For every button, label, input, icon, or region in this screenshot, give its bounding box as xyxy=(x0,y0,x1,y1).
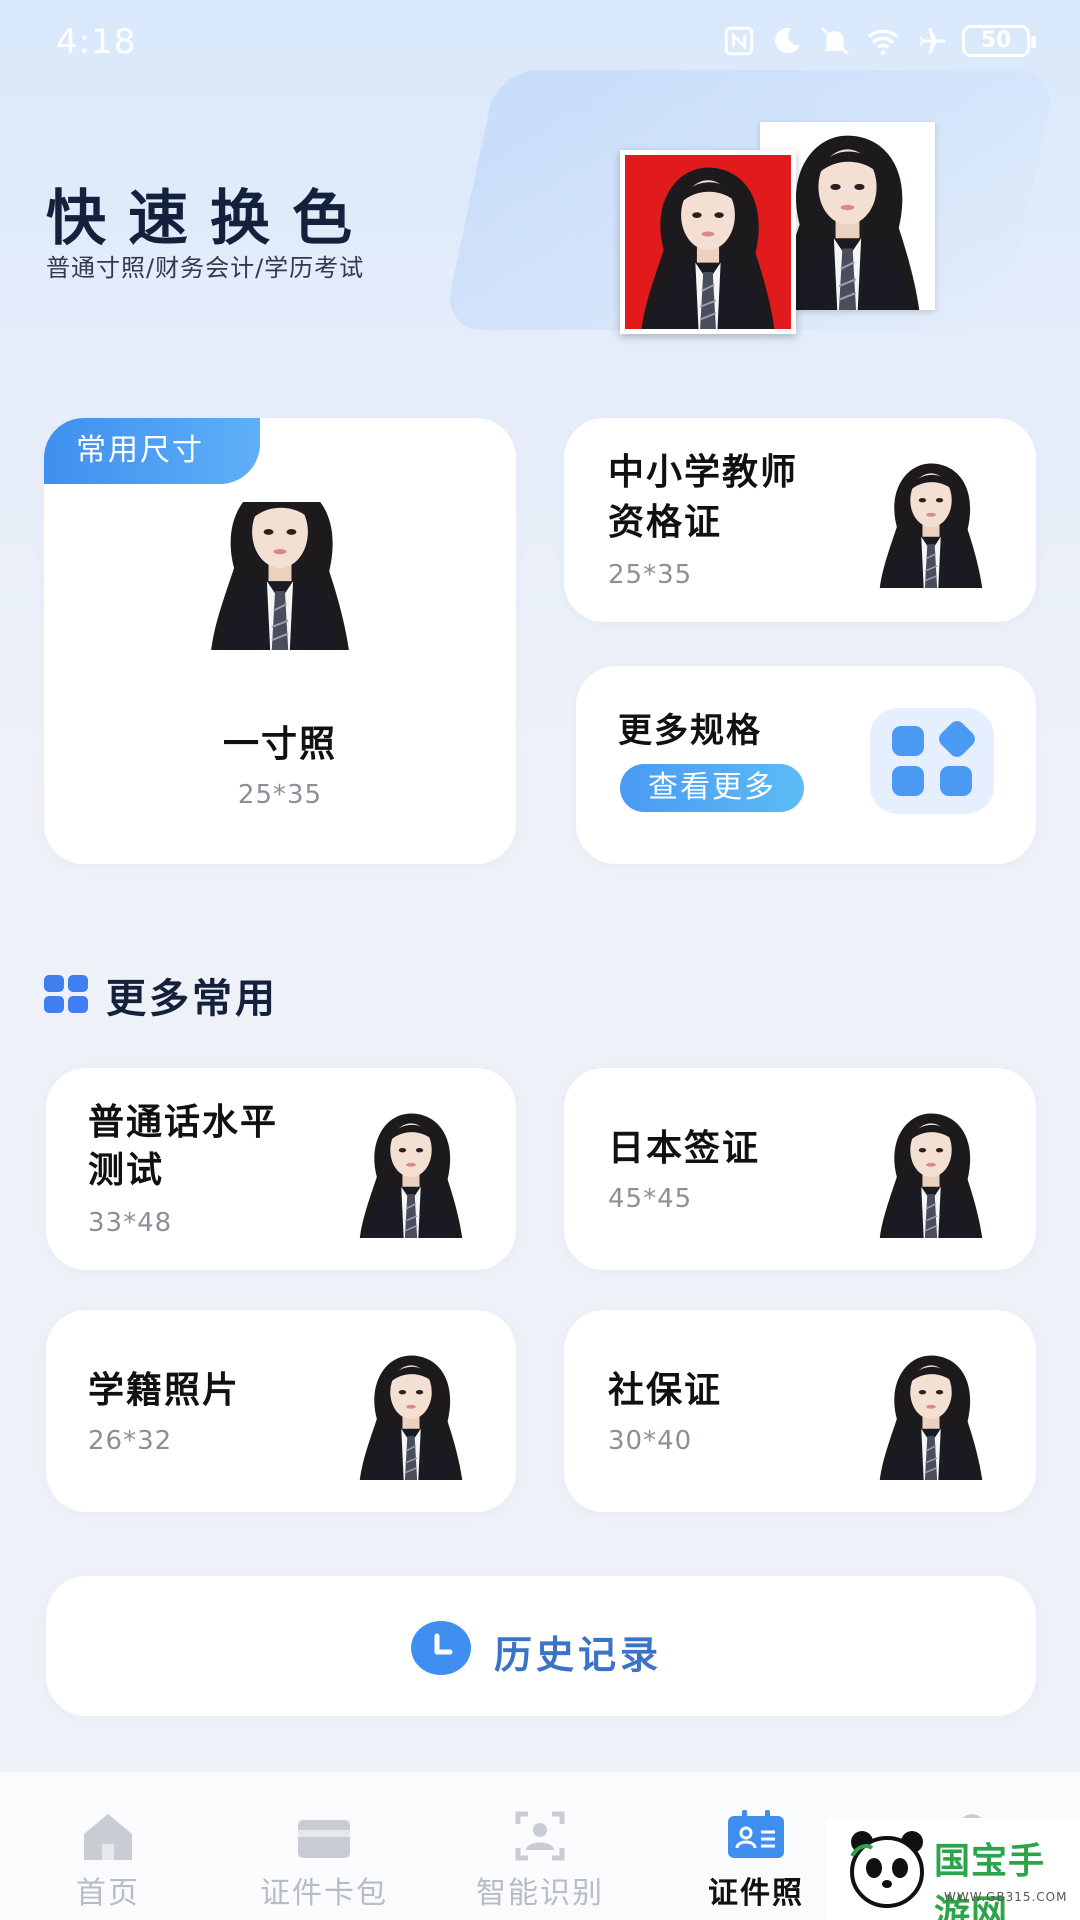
japan-visa-card[interactable]: 日本签证 45*45 xyxy=(564,1068,1036,1270)
nav-smart-recognition[interactable]: 智能识别 xyxy=(432,1772,648,1920)
card-title: 日本签证 xyxy=(608,1128,761,1169)
portrait-image xyxy=(870,1104,992,1238)
bell-off-icon xyxy=(821,27,849,55)
common-size-tag: 常用尺寸 xyxy=(44,418,260,484)
grid-icon xyxy=(44,975,88,1013)
nav-label: 证件卡包 xyxy=(260,1876,388,1911)
status-bar: 4:18 50 xyxy=(0,0,1080,90)
site-watermark: 国宝手游网 WWW.GB315.COM xyxy=(826,1818,1080,1920)
grid-icon xyxy=(870,708,994,814)
more-specs-card[interactable]: 更多规格 查看更多 xyxy=(576,666,1036,864)
card-size: 25*35 xyxy=(237,780,323,810)
sample-photo-red xyxy=(620,150,796,334)
id-card-icon xyxy=(728,1810,784,1858)
card-title: 普通话水平 xyxy=(88,1102,279,1143)
clock-icon xyxy=(411,1621,471,1675)
panda-logo-icon xyxy=(850,1831,924,1908)
nav-home[interactable]: 首页 xyxy=(0,1772,216,1920)
view-more-button[interactable]: 查看更多 xyxy=(620,764,804,812)
scan-icon xyxy=(515,1811,565,1861)
hero-subtitle: 普通寸照/财务会计/学历考试 xyxy=(46,254,365,282)
history-label: 历史记录 xyxy=(494,1633,663,1677)
portrait-image xyxy=(350,1346,472,1480)
card-size: 33*48 xyxy=(88,1208,173,1238)
airplane-icon xyxy=(919,28,946,54)
nav-label: 首页 xyxy=(76,1876,140,1911)
portrait-image xyxy=(870,454,992,588)
status-icons: 50 xyxy=(722,24,1036,58)
nav-card-wallet[interactable]: 证件卡包 xyxy=(216,1772,432,1920)
putonghua-test-card[interactable]: 普通话水平 测试 33*48 xyxy=(46,1068,516,1270)
wallet-icon xyxy=(298,1820,350,1858)
card-size: 45*45 xyxy=(608,1184,693,1214)
nfc-icon xyxy=(724,26,754,56)
student-photo-card[interactable]: 学籍照片 26*32 xyxy=(46,1310,516,1512)
watermark-url: WWW.GB315.COM xyxy=(944,1890,1068,1904)
card-size: 26*32 xyxy=(88,1426,173,1456)
nav-label: 智能识别 xyxy=(476,1876,604,1911)
hero-title: 快速换色 xyxy=(46,184,374,254)
battery-indicator: 50 xyxy=(962,25,1036,57)
card-title-line2: 测试 xyxy=(88,1150,165,1191)
portrait-image xyxy=(198,502,362,650)
card-title: 更多规格 xyxy=(618,711,762,751)
moon-icon xyxy=(775,27,800,54)
portrait-image xyxy=(870,1346,992,1480)
card-title: 一寸照 xyxy=(222,724,337,765)
watermark-text: 国宝手游网 xyxy=(934,1841,1046,1920)
status-time: 4:18 xyxy=(56,22,137,62)
teacher-certificate-card[interactable]: 中小学教师 资格证 25*35 xyxy=(564,418,1036,622)
portrait-image xyxy=(350,1104,472,1238)
one-inch-photo-card[interactable]: 常用尺寸 一寸照 25*35 xyxy=(44,418,516,864)
card-size: 25*35 xyxy=(608,560,693,590)
card-size: 30*40 xyxy=(608,1426,693,1456)
home-icon xyxy=(84,1814,132,1860)
section-title: 更多常用 xyxy=(106,976,278,1022)
card-title: 学籍照片 xyxy=(88,1370,241,1411)
social-security-card[interactable]: 社保证 30*40 xyxy=(564,1310,1036,1512)
card-title-line2: 资格证 xyxy=(608,502,723,543)
card-title: 社保证 xyxy=(608,1370,723,1411)
card-title: 中小学教师 xyxy=(608,452,799,493)
wifi-icon xyxy=(867,29,899,55)
